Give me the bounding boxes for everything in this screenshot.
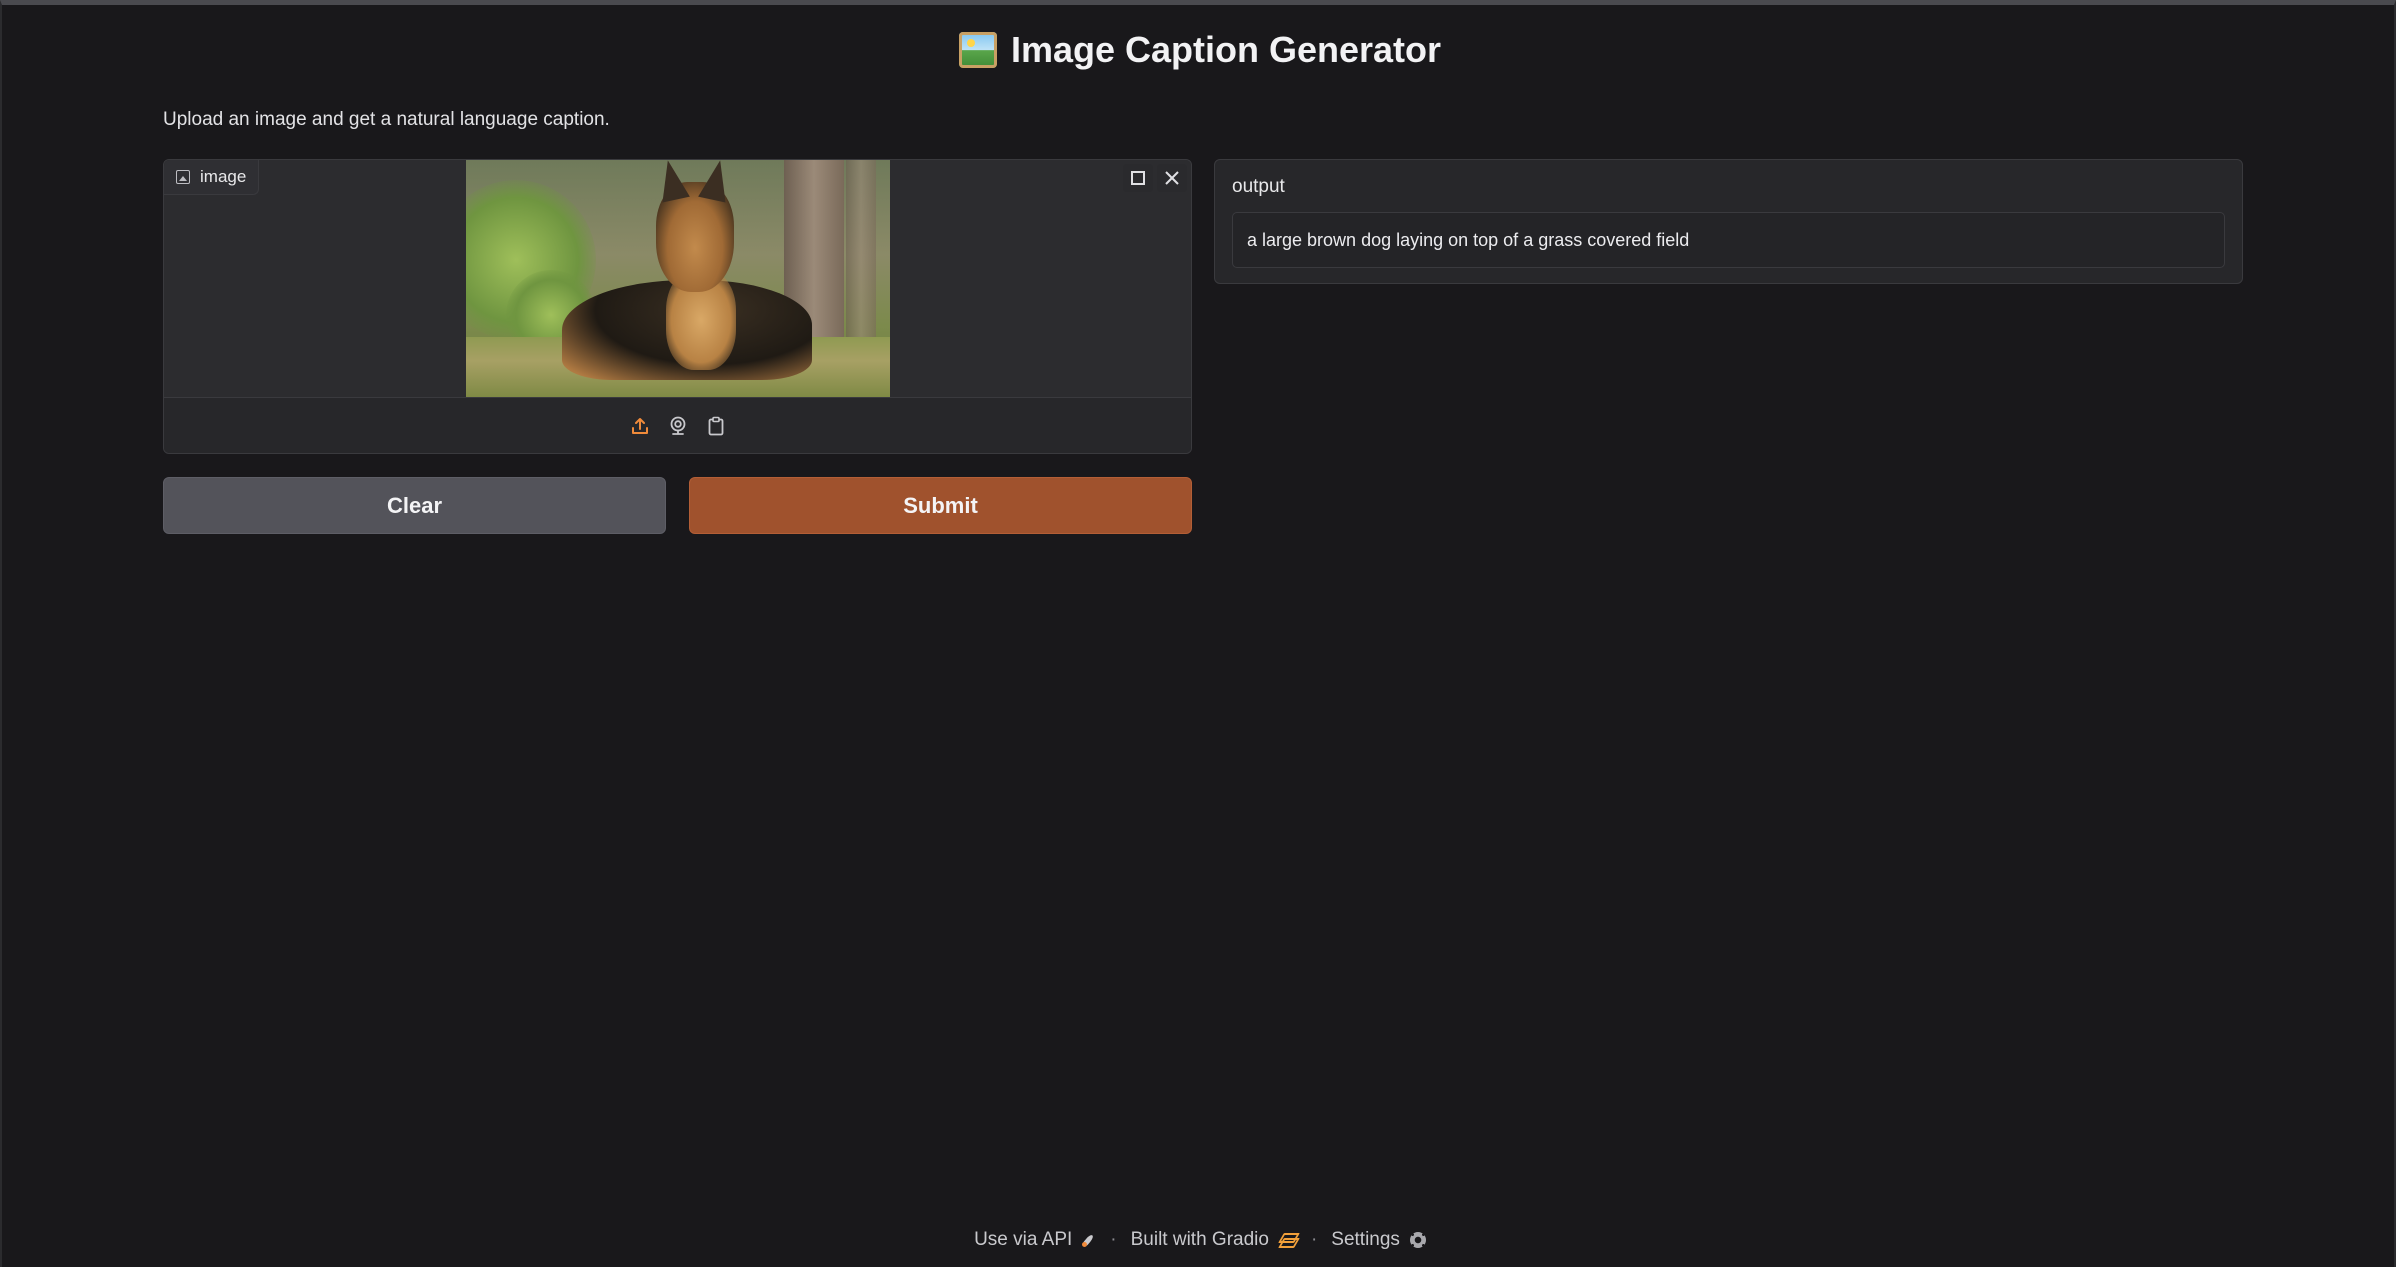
rocket-icon — [1082, 1233, 1096, 1247]
clear-image-button[interactable] — [1157, 164, 1187, 192]
action-buttons: Clear Submit — [163, 477, 1192, 534]
close-icon — [1165, 171, 1179, 185]
image-icon — [176, 170, 190, 184]
settings-link[interactable]: Settings — [1331, 1229, 1426, 1251]
image-toolbar — [1123, 164, 1187, 192]
fullscreen-icon — [1131, 171, 1145, 185]
clear-button[interactable]: Clear — [163, 477, 666, 534]
upload-icon — [631, 418, 648, 434]
framed-picture-icon — [958, 32, 997, 68]
output-textbox[interactable]: a large brown dog laying on top of a gra… — [1232, 212, 2225, 268]
built-with-gradio-label: Built with Gradio — [1130, 1229, 1269, 1250]
gradio-logo-icon — [1278, 1233, 1300, 1248]
settings-label: Settings — [1331, 1229, 1400, 1250]
page-title: Image Caption Generator — [2, 29, 2396, 71]
footer-separator: · — [1110, 1229, 1117, 1250]
fullscreen-button[interactable] — [1123, 164, 1153, 192]
image-input-label: image — [164, 160, 260, 195]
output-panel: output a large brown dog laying on top o… — [1214, 159, 2243, 284]
image-input-panel[interactable]: image — [163, 159, 1192, 454]
use-via-api-label: Use via API — [974, 1229, 1073, 1250]
image-input-label-text: image — [200, 167, 247, 186]
use-via-api-link[interactable]: Use via API — [974, 1229, 1096, 1251]
uploaded-image — [466, 160, 890, 397]
page-description: Upload an image and get a natural langua… — [163, 109, 610, 130]
upload-button[interactable] — [628, 414, 652, 438]
image-source-selector — [164, 397, 1191, 453]
built-with-gradio-link[interactable]: Built with Gradio — [1130, 1229, 1300, 1251]
webcam-icon — [670, 416, 685, 435]
webcam-button[interactable] — [666, 414, 690, 438]
submit-button[interactable]: Submit — [689, 477, 1192, 534]
page-title-text: Image Caption Generator — [1010, 29, 1442, 70]
footer: Use via API · Built with Gradio · Settin… — [2, 1229, 2396, 1251]
clipboard-icon — [708, 416, 723, 436]
gear-icon — [1409, 1232, 1426, 1248]
paste-clipboard-button[interactable] — [704, 414, 728, 438]
output-caption-text: a large brown dog laying on top of a gra… — [1247, 229, 1690, 250]
app-window: Image Caption Generator Upload an image … — [0, 0, 2396, 1267]
output-label: output — [1232, 176, 1285, 197]
footer-separator: · — [1310, 1229, 1318, 1250]
image-preview-area[interactable] — [164, 160, 1191, 397]
